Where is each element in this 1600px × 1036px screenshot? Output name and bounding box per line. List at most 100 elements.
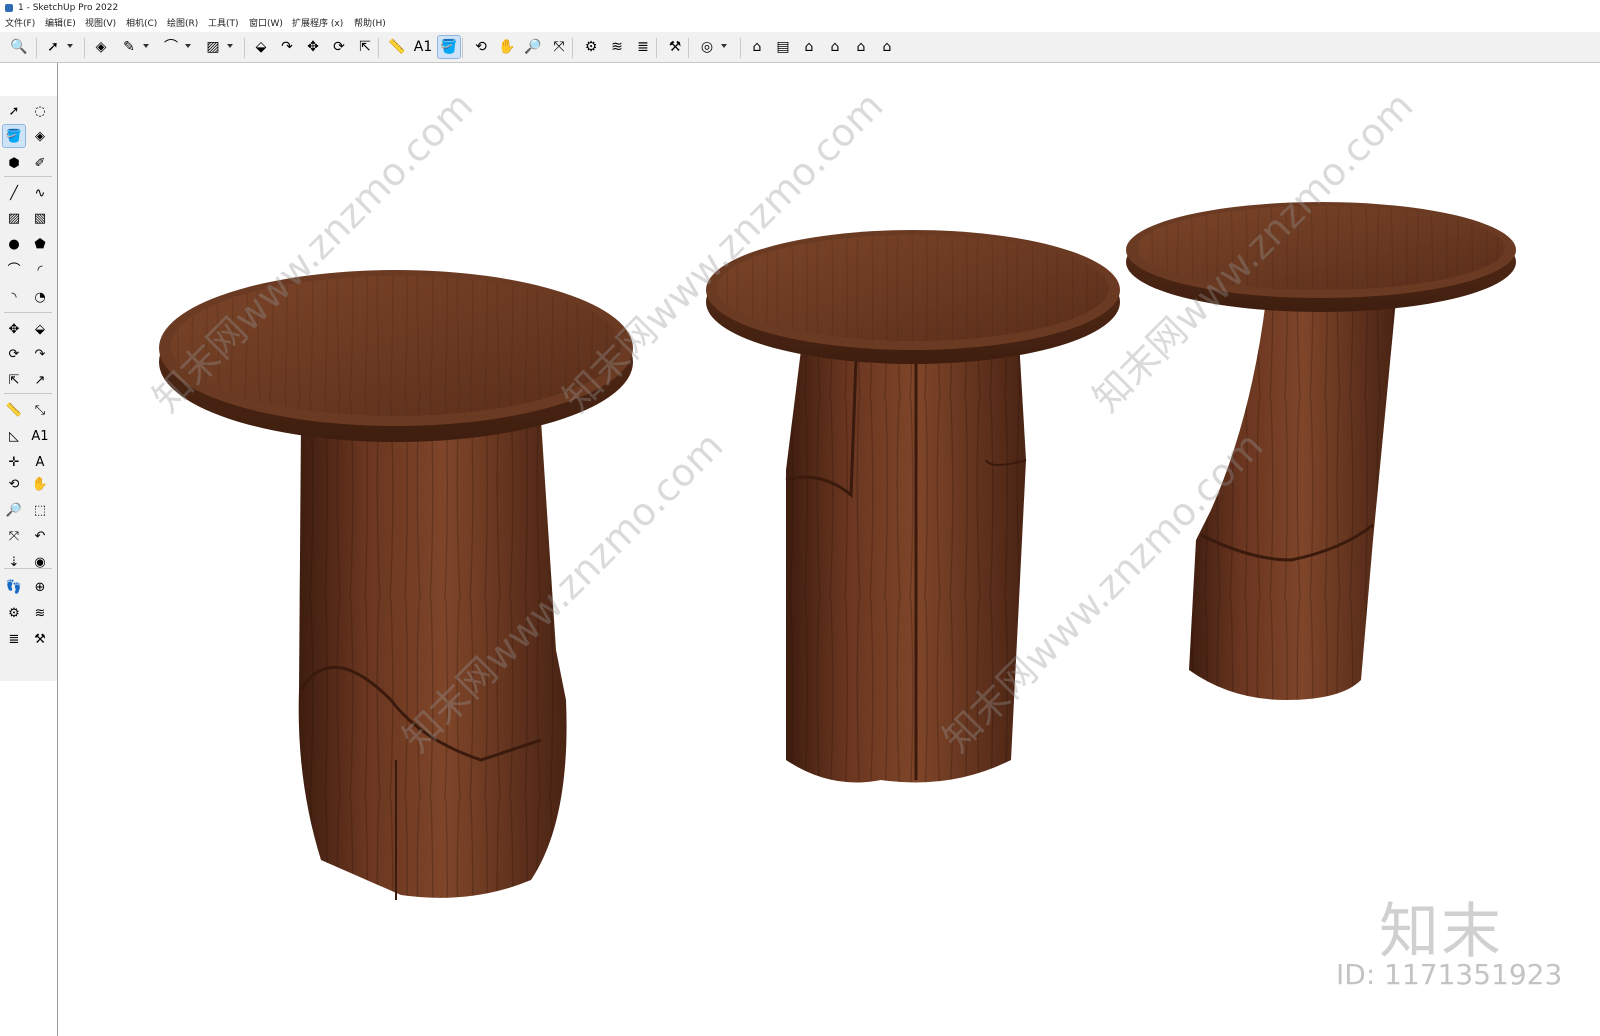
- rectangle-icon[interactable]: ▨: [202, 36, 224, 58]
- top-toolbar: 🔍 ➚ ◈ ✎ ⌒ ▨ ⬙ ↷ ✥ ⟳ ⇱ 📏 A1 🪣 ⟲ ✋ 🔎 ⤧ ⚙ ≋ ≣ ⚒ ◎ ⌂ ▤ ⌂ ⌂ ⌂ ⌂: [0, 32, 1600, 63]
- protractor-icon[interactable]: ◺: [3, 425, 25, 447]
- rectangle-icon[interactable]: ▨: [3, 207, 25, 229]
- extension-warehouse-icon[interactable]: ≋: [606, 36, 628, 58]
- top-view-icon[interactable]: ▤: [772, 36, 794, 58]
- zoom-window-icon[interactable]: ⬚: [29, 499, 51, 521]
- eraser-icon[interactable]: ◈: [29, 125, 51, 147]
- polygon-icon[interactable]: ⬟: [29, 233, 51, 255]
- push-pull-icon[interactable]: ⬙: [29, 318, 51, 340]
- lasso-icon[interactable]: ◌: [29, 100, 51, 122]
- zoom-icon[interactable]: 🔎: [3, 499, 25, 521]
- account-icon[interactable]: ◎: [696, 36, 718, 58]
- eraser-icon[interactable]: ◈: [90, 36, 112, 58]
- dimension-icon[interactable]: ⤡: [29, 399, 51, 421]
- menu-item[interactable]: 相机(C): [126, 16, 157, 32]
- warehouse-icon[interactable]: ⚙: [580, 36, 602, 58]
- two-point-arc-icon[interactable]: ◜: [29, 259, 51, 281]
- menu-item[interactable]: 视图(V): [85, 16, 116, 32]
- look-around-icon[interactable]: ◉: [29, 551, 51, 573]
- front-view-icon[interactable]: ⌂: [798, 36, 820, 58]
- sketchup-app-icon: [5, 4, 13, 12]
- menu-item[interactable]: 工具(T): [208, 16, 239, 32]
- rotated-rectangle-icon[interactable]: ▧: [29, 207, 51, 229]
- stool-middle[interactable]: [706, 230, 1120, 783]
- select-icon[interactable]: ➚: [3, 100, 25, 122]
- warehouse-icon[interactable]: ⚙: [3, 602, 25, 624]
- text-icon[interactable]: A1: [29, 425, 51, 447]
- extension-warehouse-icon[interactable]: ≋: [29, 602, 51, 624]
- layers-icon[interactable]: ≣: [632, 36, 654, 58]
- toolbar-separator: [656, 38, 657, 58]
- follow-me-icon[interactable]: ↷: [276, 36, 298, 58]
- watermark-logo: 知末: [1379, 897, 1503, 967]
- iso-view-icon[interactable]: ⌂: [746, 36, 768, 58]
- tape-measure-icon[interactable]: 📏: [3, 399, 25, 421]
- zoom-icon[interactable]: 🔍: [8, 36, 30, 58]
- follow-me-icon[interactable]: ↷: [29, 343, 51, 365]
- 3d-text-icon[interactable]: A: [29, 451, 51, 473]
- zoom-tool-icon[interactable]: 🔎: [522, 36, 544, 58]
- pie-icon[interactable]: ◔: [29, 286, 51, 308]
- pencil-icon[interactable]: ✎: [118, 36, 140, 58]
- orbit-icon[interactable]: ⟲: [3, 473, 25, 495]
- select-icon[interactable]: ➚: [42, 36, 64, 58]
- line-icon[interactable]: ╱: [3, 182, 25, 204]
- scale-icon[interactable]: ⇱: [354, 36, 376, 58]
- model-scene[interactable]: [58, 63, 1600, 1036]
- axes-icon[interactable]: ✛: [3, 451, 25, 473]
- paint-bucket-icon[interactable]: 🪣: [437, 35, 461, 59]
- paint-bucket-icon[interactable]: 🪣: [2, 124, 26, 148]
- tag-tool-icon[interactable]: ✐: [29, 152, 51, 174]
- pan-icon[interactable]: ✋: [496, 36, 518, 58]
- orbit-icon[interactable]: ⟲: [470, 36, 492, 58]
- offset-icon[interactable]: ↗: [29, 369, 51, 391]
- toolbar-separator: [244, 38, 245, 58]
- left-toolbar: ➚ ◌ 🪣 ◈ ⬢ ✐ ╱ ∿ ▨ ▧ ● ⬟ ⌒ ◜ ◝ ◔ ✥ ⬙ ⟳ ↷ ⇱ ↗ 📏 ⤡ ◺ A1 ✛ A ⟲ ✋ 🔎 ⬚ ⤧ ↶ ⇣ ◉ 👣 ⊕ ⚙…: [0, 96, 58, 681]
- arc-icon[interactable]: ⌒: [160, 36, 182, 58]
- zoom-extents-icon[interactable]: ⤧: [3, 525, 25, 547]
- toolbar-separator: [462, 38, 463, 58]
- zoom-extents-icon[interactable]: ⤧: [548, 36, 570, 58]
- rotate-icon[interactable]: ⟳: [328, 36, 350, 58]
- menu-bar: 文件(F) 编辑(E) 视图(V) 相机(C) 绘图(R) 工具(T) 窗口(W) 扩展程序 …: [0, 16, 1600, 32]
- circle-icon[interactable]: ●: [3, 233, 25, 255]
- extension-manager-icon[interactable]: ⚒: [664, 36, 686, 58]
- menu-item[interactable]: 扩展程序 (x): [292, 16, 343, 32]
- chevron-down-icon[interactable]: [67, 44, 73, 48]
- section-plane-icon[interactable]: ⊕: [29, 576, 51, 598]
- back-view-icon[interactable]: ⌂: [850, 36, 872, 58]
- previous-view-icon[interactable]: ↶: [29, 525, 51, 547]
- chevron-down-icon[interactable]: [185, 44, 191, 48]
- move-icon[interactable]: ✥: [3, 318, 25, 340]
- toolbar-separator: [36, 38, 37, 58]
- layers-icon[interactable]: ≣: [3, 628, 25, 650]
- scale-icon[interactable]: ⇱: [3, 369, 25, 391]
- three-point-arc-icon[interactable]: ◝: [3, 286, 25, 308]
- text-icon[interactable]: A1: [412, 36, 434, 58]
- chevron-down-icon[interactable]: [227, 44, 233, 48]
- tape-measure-icon[interactable]: 📏: [386, 36, 408, 58]
- toolbar-separator: [740, 38, 741, 58]
- menu-item[interactable]: 编辑(E): [45, 16, 76, 32]
- freehand-icon[interactable]: ∿: [29, 182, 51, 204]
- chevron-down-icon[interactable]: [143, 44, 149, 48]
- walk-icon[interactable]: 👣: [3, 576, 25, 598]
- position-camera-icon[interactable]: ⇣: [3, 551, 25, 573]
- extension-manager-icon[interactable]: ⚒: [29, 628, 51, 650]
- menu-item[interactable]: 绘图(R): [167, 16, 198, 32]
- chevron-down-icon[interactable]: [721, 44, 727, 48]
- make-component-icon[interactable]: ⬢: [3, 152, 25, 174]
- menu-item[interactable]: 帮助(H): [354, 16, 386, 32]
- pan-icon[interactable]: ✋: [29, 473, 51, 495]
- move-icon[interactable]: ✥: [302, 36, 324, 58]
- toolbar-separator: [84, 38, 85, 58]
- right-view-icon[interactable]: ⌂: [824, 36, 846, 58]
- menu-item[interactable]: 窗口(W): [249, 16, 283, 32]
- arc-icon[interactable]: ⌒: [3, 259, 25, 281]
- model-viewport[interactable]: 知末网www.znzmo.com 知末网www.znzmo.com 知末网www…: [57, 63, 1600, 1036]
- rotate-icon[interactable]: ⟳: [3, 343, 25, 365]
- menu-item[interactable]: 文件(F): [5, 16, 35, 32]
- left-view-icon[interactable]: ⌂: [876, 36, 898, 58]
- push-pull-icon[interactable]: ⬙: [250, 36, 272, 58]
- toolbar-separator: [4, 393, 52, 394]
